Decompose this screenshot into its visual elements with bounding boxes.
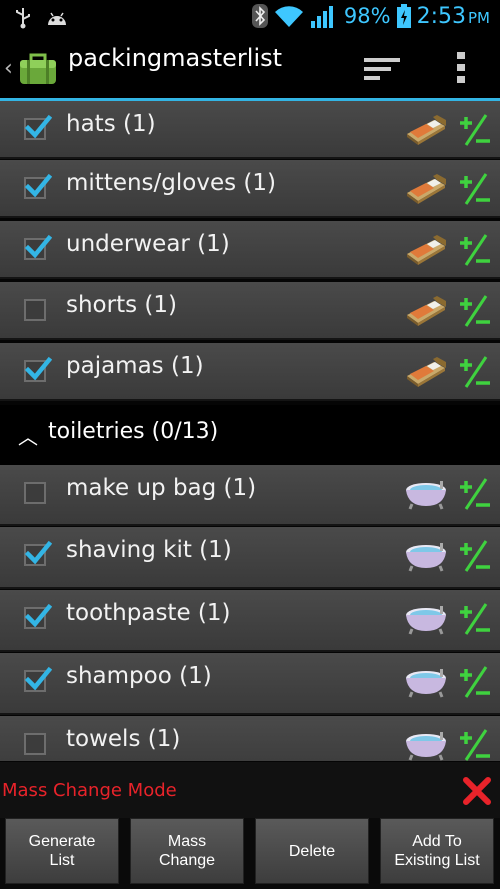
list-item[interactable]: toothpaste (1) — [0, 590, 500, 652]
suitcase-icon — [20, 53, 56, 84]
button-line2: Existing List — [394, 852, 480, 869]
item-checkbox[interactable] — [24, 177, 46, 199]
item-label: mittens/gloves (1) — [66, 170, 276, 196]
item-checkbox[interactable] — [24, 299, 46, 321]
battery-percent: 98% — [343, 4, 391, 28]
battery-icon — [396, 4, 411, 28]
item-label: shorts (1) — [66, 292, 177, 318]
item-label: pajamas (1) — [66, 353, 204, 379]
bed-icon — [404, 171, 448, 205]
bed-icon — [404, 293, 448, 327]
checkmark-icon — [24, 540, 52, 568]
bed-icon — [404, 112, 448, 146]
list-item[interactable]: make up bag (1) — [0, 465, 500, 526]
item-checkbox[interactable] — [24, 360, 46, 382]
plus-minus-icon[interactable] — [460, 172, 492, 206]
item-checkbox[interactable] — [24, 733, 46, 755]
add-to-existing-list-button[interactable]: Add To Existing List — [380, 818, 494, 884]
sort-icon[interactable] — [362, 54, 402, 84]
usb-icon — [16, 8, 30, 29]
item-label: underwear (1) — [66, 231, 230, 257]
item-label: towels (1) — [66, 726, 181, 752]
button-line1: Generate — [28, 833, 96, 850]
clock-ampm: PM — [468, 8, 490, 27]
checkmark-icon — [24, 666, 52, 694]
android-icon — [48, 12, 66, 25]
bathtub-icon — [404, 476, 448, 510]
signal-icon — [310, 6, 333, 28]
button-label: Mass Change — [159, 832, 215, 870]
mass-change-bar: Mass Change Mode — [0, 762, 500, 818]
bed-icon — [404, 354, 448, 388]
list-item[interactable]: towels (1) — [0, 716, 500, 761]
button-label: Generate List — [29, 832, 96, 870]
collapse-chevron-icon: ︿ — [18, 425, 38, 449]
checkmark-icon — [24, 114, 52, 142]
bathtub-icon — [404, 538, 448, 572]
button-line2: List — [49, 852, 75, 869]
list-item[interactable]: shaving kit (1) — [0, 527, 500, 589]
mass-change-mode-label: Mass Change Mode — [2, 780, 177, 801]
delete-button[interactable]: Delete — [255, 818, 369, 884]
button-line2: Change — [158, 852, 216, 869]
clock-time: 2:53 — [416, 3, 466, 29]
list-item[interactable]: shorts (1) — [0, 282, 500, 340]
group-header-toiletries[interactable]: ︿ toiletries (0/13) — [0, 405, 500, 465]
wifi-icon — [274, 6, 303, 27]
group-header-label: toiletries (0/13) — [48, 419, 219, 444]
item-label: shampoo (1) — [66, 663, 212, 689]
list-item[interactable]: underwear (1) — [0, 221, 500, 279]
mass-change-button[interactable]: Mass Change — [130, 818, 244, 884]
app-title: packingmasterlist — [68, 44, 283, 72]
item-label: shaving kit (1) — [66, 537, 232, 563]
plus-minus-icon[interactable] — [460, 113, 492, 147]
bathtub-icon — [404, 727, 448, 761]
plus-minus-icon[interactable] — [460, 294, 492, 328]
clock: 2:53 PM — [417, 4, 490, 29]
plus-minus-icon[interactable] — [460, 602, 492, 636]
checkmark-icon — [24, 603, 52, 631]
bluetooth-icon — [251, 4, 268, 28]
bathtub-icon — [404, 601, 448, 635]
plus-minus-icon[interactable] — [460, 539, 492, 573]
button-label: Delete — [288, 842, 336, 860]
action-button-bar: Generate List Mass Change Delete Add To Exi… — [0, 818, 500, 889]
item-checkbox[interactable] — [24, 670, 46, 692]
button-line1: Add To — [412, 833, 462, 850]
plus-minus-icon[interactable] — [460, 665, 492, 699]
list-item[interactable]: pajamas (1) — [0, 343, 500, 401]
item-checkbox[interactable] — [24, 544, 46, 566]
overflow-menu-icon[interactable] — [448, 50, 474, 86]
list-item[interactable]: hats (1) — [0, 101, 500, 159]
item-checkbox[interactable] — [24, 607, 46, 629]
checkmark-icon — [24, 234, 52, 262]
checkmark-icon — [24, 356, 52, 384]
item-label: make up bag (1) — [66, 475, 257, 501]
item-label: toothpaste (1) — [66, 600, 231, 626]
list-item[interactable]: mittens/gloves (1) — [0, 160, 500, 218]
plus-minus-icon[interactable] — [460, 355, 492, 389]
close-icon[interactable] — [462, 776, 492, 806]
action-bar: ‹ packingmasterlist — [0, 36, 500, 98]
item-label: hats (1) — [66, 111, 156, 137]
button-line1: Mass — [167, 833, 207, 850]
plus-minus-icon[interactable] — [460, 233, 492, 267]
bed-icon — [404, 232, 448, 266]
generate-list-button[interactable]: Generate List — [5, 818, 119, 884]
button-label: Add To Existing List — [394, 832, 479, 870]
plus-minus-icon[interactable] — [460, 477, 492, 511]
item-checkbox[interactable] — [24, 118, 46, 140]
item-checkbox[interactable] — [24, 238, 46, 260]
item-checkbox[interactable] — [24, 482, 46, 504]
back-chevron-icon: ‹ — [4, 56, 13, 81]
status-bar: 98% 2:53 PM — [0, 0, 500, 36]
packing-list[interactable]: hats (1) mittens/gloves (1) underwear (1… — [0, 101, 500, 761]
bathtub-icon — [404, 664, 448, 698]
plus-minus-icon[interactable] — [460, 728, 492, 761]
list-item[interactable]: shampoo (1) — [0, 653, 500, 715]
checkmark-icon — [24, 173, 52, 201]
